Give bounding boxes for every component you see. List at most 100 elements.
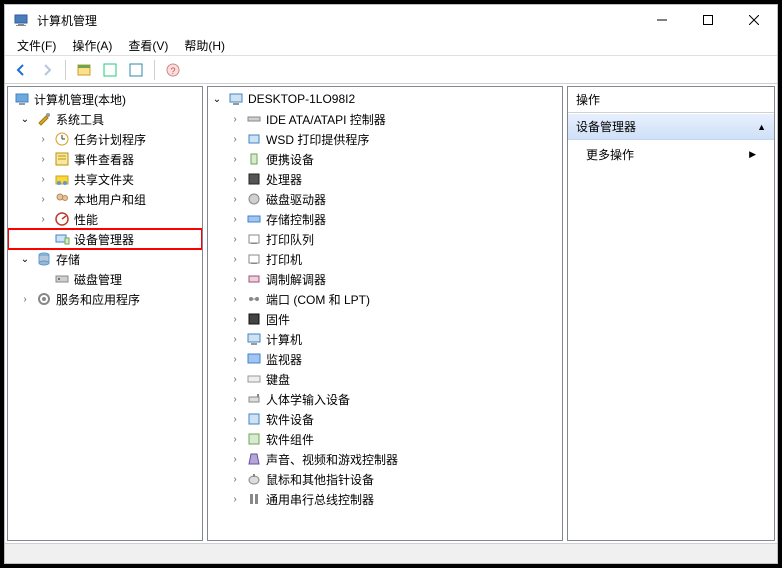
device-category-row[interactable]: ›打印队列 [208, 229, 562, 249]
expander-icon[interactable]: › [228, 172, 242, 186]
expander-icon[interactable]: › [228, 472, 242, 486]
device-category-row[interactable]: › 存储控制器 [208, 209, 562, 229]
tree-shared-folders[interactable]: › 共享文件夹 [8, 169, 202, 189]
forward-button[interactable] [35, 58, 59, 82]
expander-icon[interactable]: › [228, 492, 242, 506]
refresh-button[interactable] [124, 58, 148, 82]
properties-button[interactable] [98, 58, 122, 82]
device-host-row[interactable]: ⌄ DESKTOP-1LO98I2 [208, 89, 562, 109]
device-category-row[interactable]: › 打印机 [208, 249, 562, 269]
expander-icon[interactable]: › [36, 212, 50, 226]
expander-icon[interactable]: › [36, 192, 50, 206]
expander-icon[interactable]: › [228, 292, 242, 306]
expander-icon[interactable]: › [228, 192, 242, 206]
device-category-row[interactable]: › 处理器 [208, 169, 562, 189]
tree-label: 服务和应用程序 [56, 291, 140, 308]
device-category-row[interactable]: ›监视器 [208, 349, 562, 369]
actions-section-label: 设备管理器 [576, 118, 636, 135]
menu-help[interactable]: 帮助(H) [176, 35, 233, 56]
expander-icon[interactable]: › [228, 452, 242, 466]
device-tree-pane[interactable]: ⌄ DESKTOP-1LO98I2 ›IDE ATA/ATAPI 控制器›WSD… [207, 86, 563, 541]
expander-icon[interactable]: › [228, 152, 242, 166]
device-category-row[interactable]: › 键盘 [208, 369, 562, 389]
expander-icon[interactable]: › [228, 132, 242, 146]
device-category-row[interactable]: › 通用串行总线控制器 [208, 489, 562, 509]
toolbar-separator [65, 60, 66, 80]
expander-icon[interactable]: › [228, 392, 242, 406]
device-category-row[interactable]: ›磁盘驱动器 [208, 189, 562, 209]
device-category-label: 打印机 [266, 251, 302, 268]
menu-view[interactable]: 查看(V) [120, 35, 176, 56]
device-category-label: 人体学输入设备 [266, 391, 350, 408]
tree-root[interactable]: 计算机管理(本地) [8, 89, 202, 109]
device-category-icon [246, 291, 262, 307]
collapse-icon[interactable]: ▲ [757, 122, 766, 132]
expander-icon[interactable]: ⌄ [18, 112, 32, 126]
device-category-icon [246, 271, 262, 287]
tree-local-users[interactable]: › 本地用户和组 [8, 189, 202, 209]
tree-system-tools[interactable]: ⌄ 系统工具 [8, 109, 202, 129]
device-category-icon [246, 411, 262, 427]
expander-icon[interactable]: › [228, 372, 242, 386]
expander-icon[interactable]: › [228, 112, 242, 126]
close-button[interactable] [731, 5, 777, 35]
expander-icon[interactable]: › [36, 172, 50, 186]
expander-icon[interactable]: › [228, 252, 242, 266]
device-category-label: 键盘 [266, 371, 290, 388]
device-category-row[interactable]: ›声音、视频和游戏控制器 [208, 449, 562, 469]
device-category-row[interactable]: ›端口 (COM 和 LPT) [208, 289, 562, 309]
device-category-label: 计算机 [266, 331, 302, 348]
expander-icon[interactable]: › [228, 312, 242, 326]
menu-file[interactable]: 文件(F) [9, 35, 64, 56]
tree-task-scheduler[interactable]: › 任务计划程序 [8, 129, 202, 149]
device-category-row[interactable]: › WSD 打印提供程序 [208, 129, 562, 149]
expander-icon[interactable]: › [228, 232, 242, 246]
tree-device-manager[interactable]: 设备管理器 [8, 229, 202, 249]
device-category-row[interactable]: › 计算机 [208, 329, 562, 349]
menu-action[interactable]: 操作(A) [64, 35, 120, 56]
expander-icon[interactable]: ⌄ [18, 252, 32, 266]
device-category-row[interactable]: ›软件组件 [208, 429, 562, 449]
expander-icon[interactable]: › [228, 212, 242, 226]
back-button[interactable] [9, 58, 33, 82]
tree-performance[interactable]: › 性能 [8, 209, 202, 229]
device-category-row[interactable]: ›鼠标和其他指针设备 [208, 469, 562, 489]
expander-icon[interactable]: › [18, 292, 32, 306]
device-category-label: 通用串行总线控制器 [266, 491, 374, 508]
help-button[interactable]: ? [161, 58, 185, 82]
action-more[interactable]: 更多操作 ▶ [568, 140, 774, 169]
expander-icon[interactable]: › [228, 352, 242, 366]
device-category-row[interactable]: ›便携设备 [208, 149, 562, 169]
device-category-row[interactable]: ›IDE ATA/ATAPI 控制器 [208, 109, 562, 129]
device-category-row[interactable]: › 人体学输入设备 [208, 389, 562, 409]
expander-icon[interactable]: › [228, 432, 242, 446]
show-hide-tree-button[interactable] [72, 58, 96, 82]
expander-icon[interactable]: › [36, 152, 50, 166]
tree-event-viewer[interactable]: › 事件查看器 [8, 149, 202, 169]
maximize-button[interactable] [685, 5, 731, 35]
tree-disk-management[interactable]: 磁盘管理 [8, 269, 202, 289]
expander-icon[interactable]: › [228, 272, 242, 286]
menubar: 文件(F) 操作(A) 查看(V) 帮助(H) [5, 35, 777, 55]
device-category-row[interactable]: ›固件 [208, 309, 562, 329]
expander-icon[interactable]: ⌄ [210, 92, 224, 106]
minimize-button[interactable] [639, 5, 685, 35]
expander-icon[interactable]: › [228, 332, 242, 346]
device-category-row[interactable]: ›软件设备 [208, 409, 562, 429]
tree-storage[interactable]: ⌄ 存储 [8, 249, 202, 269]
tree-services-apps[interactable]: › 服务和应用程序 [8, 289, 202, 309]
svg-text:?: ? [170, 66, 175, 76]
device-host-label: DESKTOP-1LO98I2 [248, 92, 355, 106]
device-category-icon [246, 211, 262, 227]
device-category-label: WSD 打印提供程序 [266, 131, 369, 148]
console-tree-pane[interactable]: 计算机管理(本地) ⌄ 系统工具 › 任务计划程序 › 事件查看器 [7, 86, 203, 541]
expander-icon[interactable]: › [228, 412, 242, 426]
expander-icon[interactable]: › [36, 132, 50, 146]
actions-section[interactable]: 设备管理器 ▲ [568, 113, 774, 140]
device-category-row[interactable]: ›调制解调器 [208, 269, 562, 289]
device-category-label: 存储控制器 [266, 211, 326, 228]
device-category-icon [246, 251, 262, 267]
device-category-icon [246, 331, 262, 347]
device-category-label: 处理器 [266, 171, 302, 188]
device-manager-icon [54, 231, 70, 247]
